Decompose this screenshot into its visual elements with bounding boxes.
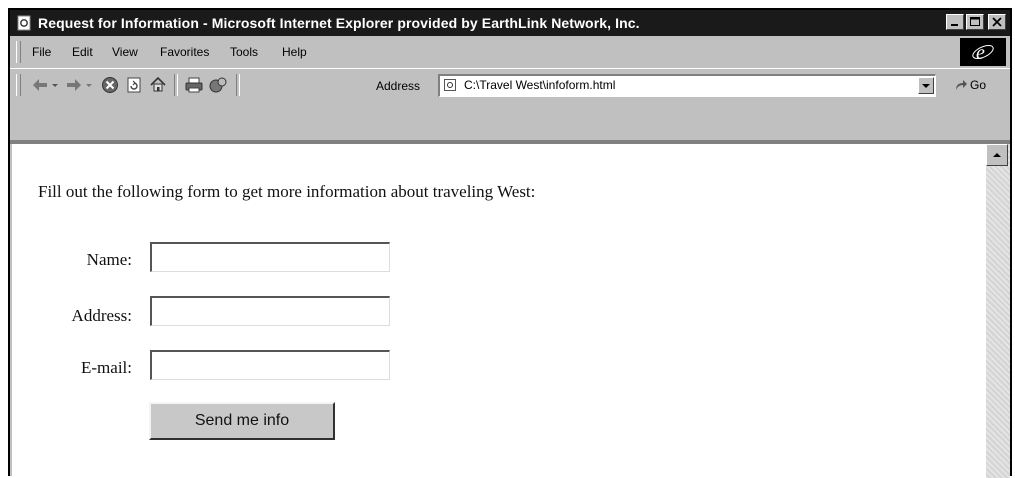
scroll-up-button[interactable] [986,144,1008,166]
toolbar-grip[interactable] [16,74,21,96]
minimize-button[interactable] [946,14,964,30]
title-bar[interactable]: Request for Information - Microsoft Inte… [10,10,1010,36]
email-label: E-mail: [81,358,132,377]
maximize-icon [970,17,980,26]
menu-bar: File Edit View Favorites Tools Help e [10,36,1010,68]
toolbar-separator [174,74,178,96]
go-button[interactable]: Go [970,78,986,92]
forward-icon[interactable] [64,75,84,95]
menu-view[interactable]: View [112,45,138,59]
refresh-icon[interactable] [124,75,144,95]
email-input[interactable] [150,350,390,380]
window-title: Request for Information - Microsoft Inte… [38,15,640,31]
menu-grip[interactable] [16,41,21,63]
home-icon[interactable] [148,75,168,95]
scroll-up-arrow-icon [993,153,1001,157]
intro-text: Fill out the following form to get more … [38,182,536,201]
ie-logo: e [960,38,1006,66]
address-url[interactable]: C:\Travel West\infoform.html [464,78,615,92]
toolbar-separator [236,74,240,96]
page-content: Fill out the following form to get more … [12,144,986,478]
forward-dropdown-icon[interactable] [84,75,94,95]
close-icon [992,17,1002,27]
back-dropdown-icon[interactable] [50,75,60,95]
stop-icon[interactable] [100,75,120,95]
send-info-button[interactable]: Send me info [149,402,335,440]
address-label: Address [376,79,421,93]
close-button[interactable] [988,14,1006,30]
go-arrow-icon[interactable] [954,78,968,92]
ie-page-icon [17,15,31,31]
address-field[interactable]: C:\Travel West\infoform.html [438,74,936,97]
svg-text:e: e [976,42,985,64]
name-label: Name: [86,250,132,269]
browser-window: Request for Information - Microsoft Inte… [8,8,1012,478]
menu-tools[interactable]: Tools [230,45,258,59]
minimize-icon [951,24,958,26]
vertical-scrollbar[interactable] [986,144,1010,478]
standard-toolbar: Address C:\Travel West\infoform.html Go [10,68,1010,102]
menu-help[interactable]: Help [282,45,307,59]
dropdown-arrow-icon [922,84,930,88]
ie-logo-icon: e [972,42,994,64]
print-icon[interactable] [184,75,204,95]
maximize-button[interactable] [966,14,984,30]
back-icon[interactable] [30,75,50,95]
address-field-label: Address: [71,306,132,325]
messenger-icon[interactable] [208,75,228,95]
address-input[interactable] [150,296,390,326]
address-dropdown-button[interactable] [918,77,934,94]
menu-edit[interactable]: Edit [72,45,93,59]
menu-file[interactable]: File [32,45,51,59]
menu-favorites[interactable]: Favorites [160,45,209,59]
page-icon [444,79,456,91]
name-input[interactable] [150,242,390,272]
